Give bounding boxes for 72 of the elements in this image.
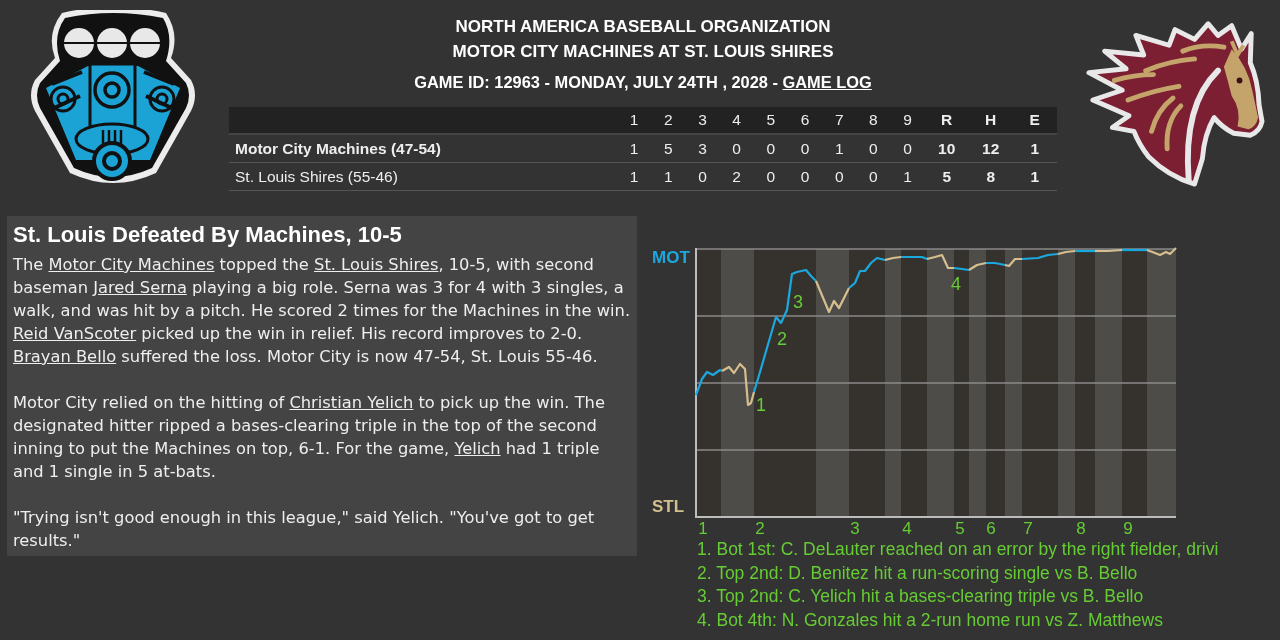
column-header: H <box>984 111 998 129</box>
inning-label: 2 <box>755 519 765 538</box>
inning-label: 7 <box>1023 519 1033 538</box>
table-cell-text: 0 <box>902 139 913 158</box>
inning-label: 8 <box>1076 519 1086 538</box>
article-link[interactable]: Yelich <box>454 439 501 458</box>
table-cell-text: 0 <box>799 139 811 158</box>
table-cell-text: 0 <box>697 167 708 186</box>
table-cell-text: 5 <box>941 167 952 186</box>
table-cell-text: 0 <box>765 167 777 186</box>
column-header: 7 <box>833 111 845 129</box>
article-paragraph: The Motor City Machines topped the St. Louis Shires, 10-5, with second baseman Jared Serna playing a big role. Serna was 3 for 4 with 3 singles, a walk, and was hit by a pitch. He scored 2 times for the Machines in the win. Reid VanScoter picked up the win in relief. His record improves to 2-0. Brayan Bello suffered the loss. Motor City is now 47-54, St. Louis 55-46. <box>13 254 632 368</box>
play-marker: 3 <box>793 292 803 312</box>
column-header: 9 <box>902 111 913 129</box>
table-cell-text: 3 <box>697 139 708 158</box>
article-link[interactable]: Christian Yelich <box>289 393 414 412</box>
inning-label: 4 <box>902 519 912 538</box>
article-link[interactable]: Reid VanScoter <box>13 324 137 343</box>
inning-label: 5 <box>955 519 965 538</box>
table-cell-text: 1 <box>833 139 845 158</box>
league-title: NORTH AMERICA BASEBALL ORGANIZATION <box>455 16 831 38</box>
table-cell-text: 1 <box>1029 139 1040 158</box>
column-header: 3 <box>697 111 708 129</box>
article-headline: St. Louis Defeated By Machines, 10-5 <box>13 221 403 249</box>
table-cell-text: 12 <box>981 139 1001 158</box>
team-axis-label: MOT <box>652 248 690 267</box>
column-header: 8 <box>868 111 879 129</box>
column-header: 5 <box>765 111 777 129</box>
table-cell-text: 1 <box>628 139 640 158</box>
article-link[interactable]: Motor City Machines <box>48 255 215 274</box>
table-cell-text: 1 <box>902 167 913 186</box>
article-link[interactable]: Jared Serna <box>93 278 187 297</box>
matchup-title: MOTOR CITY MACHINES AT ST. LOUIS SHIRES <box>452 41 834 63</box>
column-header: E <box>1028 111 1041 129</box>
play-note: 3. Top 2nd: C. Yelich hit a bases-clearing triple vs B. Bello <box>697 585 1145 608</box>
game-info: GAME ID: 12963 - MONDAY, JULY 24TH , 2028 - GAME LOG <box>414 72 872 93</box>
table-cell-text: 0 <box>868 167 879 186</box>
table-cell-text: 5 <box>662 139 674 158</box>
inning-label: 6 <box>986 519 996 538</box>
play-marker: 2 <box>777 329 787 349</box>
table-cell-text: 1 <box>662 167 674 186</box>
play-note: 4. Bot 4th: N. Gonzales hit a 2-run home run vs Z. Matthews <box>697 608 1164 632</box>
table-cell-text: 0 <box>731 139 742 158</box>
table-cell-text: 2 <box>731 167 742 186</box>
table-cell-text: 0 <box>765 139 777 158</box>
column-header: 2 <box>662 111 674 129</box>
table-cell-text: 10 <box>937 139 957 158</box>
table-cell-text: 1 <box>628 167 640 186</box>
team-name: Motor City Machines (47-54) <box>234 139 441 158</box>
play-note: 1. Bot 1st: C. DeLauter reached on an error by the right fielder, drivi <box>697 538 1220 561</box>
inning-label: 1 <box>698 519 708 538</box>
table-cell-text: 0 <box>833 167 845 186</box>
column-header: 6 <box>799 111 811 129</box>
game-log-link[interactable]: GAME LOG <box>782 73 872 91</box>
table-cell-text: 0 <box>868 139 879 158</box>
play-note: 2. Top 2nd: D. Benitez hit a run-scoring single vs B. Bello <box>697 561 1139 585</box>
article-link[interactable]: Brayan Bello <box>13 347 117 366</box>
play-marker: 4 <box>951 274 961 294</box>
article-paragraph: Motor City relied on the hitting of Christian Yelich to pick up the win. The designated hitter ripped a bases-clearing triple in the top of the second inning to put the Machines on top, 6-1. For the game, Yelich had 1 triple and 1 single in 5 at-bats. <box>13 392 606 483</box>
table-cell-text: 1 <box>1029 167 1040 186</box>
play-marker: 1 <box>756 395 766 415</box>
table-cell-text: 0 <box>799 167 811 186</box>
team-name: St. Louis Shires (55-46) <box>234 167 398 186</box>
column-header: 4 <box>731 111 742 129</box>
column-header: 1 <box>628 111 640 129</box>
inning-label: 9 <box>1123 519 1133 538</box>
inning-label: 3 <box>850 519 860 538</box>
article-paragraph: "Trying isn't good enough in this league," said Yelich. "You've got to get results." <box>13 507 596 552</box>
column-header: R <box>940 111 954 129</box>
team-axis-label: STL <box>652 497 685 516</box>
article-link[interactable]: St. Louis Shires <box>314 255 439 274</box>
table-cell-text: 8 <box>985 167 996 186</box>
